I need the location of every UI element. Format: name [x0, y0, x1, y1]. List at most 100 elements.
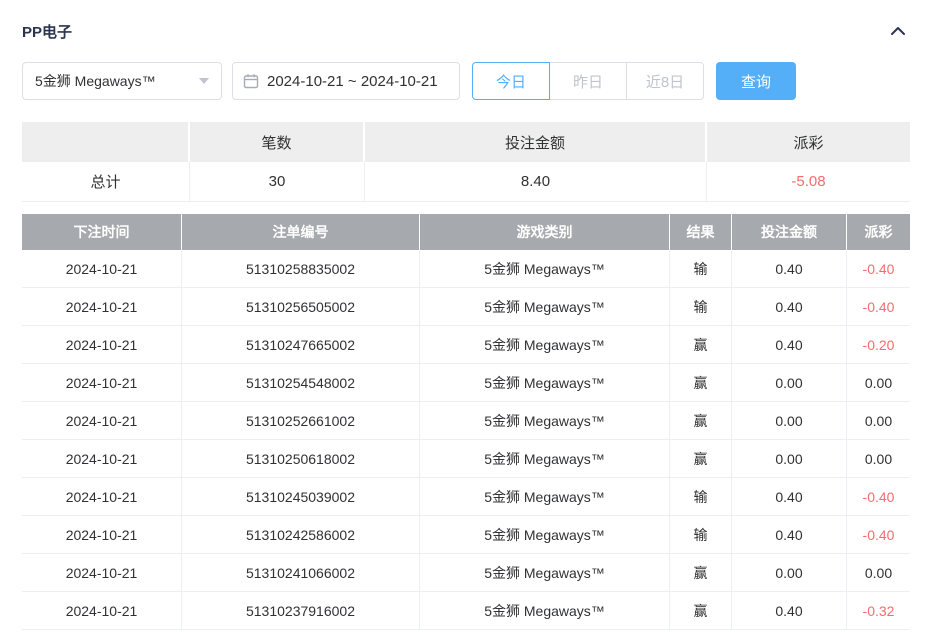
game-type-cell: 5金狮 Megaways™ — [420, 364, 670, 402]
table-row: 2024-10-21 51310250618002 5金狮 Megaways™ … — [22, 440, 910, 478]
order-id-cell: 51310241066002 — [182, 554, 420, 592]
game-type-cell: 5金狮 Megaways™ — [420, 250, 670, 288]
date-range-value: 2024-10-21 ~ 2024-10-21 — [267, 73, 438, 90]
summary-header-blank — [22, 122, 190, 162]
game-type-cell: 5金狮 Megaways™ — [420, 288, 670, 326]
payout-cell: 0.00 — [847, 440, 910, 478]
summary-header-payout: 派彩 — [707, 122, 910, 162]
quick-filter-yesterday[interactable]: 昨日 — [549, 62, 627, 100]
table-header-game-type: 游戏类别 — [420, 214, 670, 250]
bet-time-cell: 2024-10-21 — [22, 326, 182, 364]
game-type-cell: 5金狮 Megaways™ — [420, 554, 670, 592]
payout-cell: -0.40 — [847, 288, 910, 326]
bet-amount-cell: 0.40 — [732, 516, 847, 554]
summary-header-bet-amount: 投注金额 — [365, 122, 707, 162]
table-row: 2024-10-21 51310252661002 5金狮 Megaways™ … — [22, 402, 910, 440]
table-row: 2024-10-21 51310237916002 5金狮 Megaways™ … — [22, 592, 910, 630]
payout-cell: 0.00 — [847, 402, 910, 440]
result-cell: 输 — [670, 250, 732, 288]
payout-cell: 0.00 — [847, 554, 910, 592]
filter-bar: 5金狮 Megaways™ 2024-10-21 ~ 2024-10-21 今日… — [22, 62, 910, 100]
order-id-cell: 51310245039002 — [182, 478, 420, 516]
order-id-cell: 51310237916002 — [182, 592, 420, 630]
summary-total-bet: 8.40 — [365, 162, 707, 202]
bet-amount-cell: 0.40 — [732, 326, 847, 364]
table-header-bet-amount: 投注金额 — [732, 214, 847, 250]
bet-time-cell: 2024-10-21 — [22, 440, 182, 478]
summary-header-count: 笔数 — [190, 122, 365, 162]
search-button[interactable]: 查询 — [716, 62, 796, 100]
collapse-chevron-icon[interactable] — [886, 21, 910, 41]
quick-filter-last8days[interactable]: 近8日 — [626, 62, 704, 100]
payout-cell: -0.40 — [847, 516, 910, 554]
game-type-cell: 5金狮 Megaways™ — [420, 326, 670, 364]
game-type-cell: 5金狮 Megaways™ — [420, 402, 670, 440]
table-row: 2024-10-21 51310254548002 5金狮 Megaways™ … — [22, 364, 910, 402]
result-cell: 赢 — [670, 440, 732, 478]
bet-time-cell: 2024-10-21 — [22, 402, 182, 440]
summary-header-row: 笔数 投注金额 派彩 — [22, 122, 910, 162]
result-cell: 输 — [670, 478, 732, 516]
payout-cell: -0.32 — [847, 592, 910, 630]
bet-time-cell: 2024-10-21 — [22, 478, 182, 516]
bet-amount-cell: 0.00 — [732, 554, 847, 592]
bet-amount-cell: 0.00 — [732, 440, 847, 478]
chevron-up-icon — [890, 25, 906, 37]
bet-amount-cell: 0.00 — [732, 364, 847, 402]
date-range-input[interactable]: 2024-10-21 ~ 2024-10-21 — [232, 62, 460, 100]
table-header-payout: 派彩 — [847, 214, 910, 250]
payout-cell: -0.20 — [847, 326, 910, 364]
table-header-order-id: 注单编号 — [182, 214, 420, 250]
bet-time-cell: 2024-10-21 — [22, 516, 182, 554]
bet-amount-cell: 0.40 — [732, 250, 847, 288]
result-cell: 输 — [670, 516, 732, 554]
payout-cell: 0.00 — [847, 364, 910, 402]
result-cell: 赢 — [670, 326, 732, 364]
payout-cell: -0.40 — [847, 478, 910, 516]
chevron-down-icon — [199, 78, 209, 84]
game-select[interactable]: 5金狮 Megaways™ — [22, 62, 222, 100]
summary-total-row: 总计 30 8.40 -5.08 — [22, 162, 910, 202]
bet-time-cell: 2024-10-21 — [22, 288, 182, 326]
bet-amount-cell: 0.00 — [732, 402, 847, 440]
table-header-row: 下注时间 注单编号 游戏类别 结果 投注金额 派彩 — [22, 214, 910, 250]
result-cell: 赢 — [670, 402, 732, 440]
order-id-cell: 51310250618002 — [182, 440, 420, 478]
table-row: 2024-10-21 51310258835002 5金狮 Megaways™ … — [22, 250, 910, 288]
result-cell: 赢 — [670, 364, 732, 402]
result-cell: 赢 — [670, 554, 732, 592]
order-id-cell: 51310258835002 — [182, 250, 420, 288]
game-type-cell: 5金狮 Megaways™ — [420, 592, 670, 630]
table-row: 2024-10-21 51310242586002 5金狮 Megaways™ … — [22, 516, 910, 554]
table-row: 2024-10-21 51310247665002 5金狮 Megaways™ … — [22, 326, 910, 364]
quick-date-button-group: 今日 昨日 近8日 — [472, 62, 704, 100]
order-id-cell: 51310252661002 — [182, 402, 420, 440]
order-id-cell: 51310242586002 — [182, 516, 420, 554]
panel-header: PP电子 — [22, 0, 910, 42]
game-type-cell: 5金狮 Megaways™ — [420, 516, 670, 554]
page-title: PP电子 — [22, 21, 72, 42]
game-select-value: 5金狮 Megaways™ — [35, 71, 156, 91]
order-id-cell: 51310256505002 — [182, 288, 420, 326]
payout-cell: -0.40 — [847, 250, 910, 288]
table-row: 2024-10-21 51310245039002 5金狮 Megaways™ … — [22, 478, 910, 516]
table-header-bet-time: 下注时间 — [22, 214, 182, 250]
bet-amount-cell: 0.40 — [732, 288, 847, 326]
bet-time-cell: 2024-10-21 — [22, 592, 182, 630]
order-id-cell: 51310254548002 — [182, 364, 420, 402]
summary-table: 笔数 投注金额 派彩 总计 30 8.40 -5.08 — [22, 122, 910, 202]
table-row: 2024-10-21 51310256505002 5金狮 Megaways™ … — [22, 288, 910, 326]
summary-total-count: 30 — [190, 162, 365, 202]
bet-amount-cell: 0.40 — [732, 592, 847, 630]
records-panel: PP电子 5金狮 Megaways™ 2024-10-21 ~ 2024-10-… — [0, 0, 932, 632]
order-id-cell: 51310247665002 — [182, 326, 420, 364]
bet-records-table: 下注时间 注单编号 游戏类别 结果 投注金额 派彩 2024-10-21 513… — [22, 214, 910, 630]
result-cell: 赢 — [670, 592, 732, 630]
summary-total-payout: -5.08 — [707, 162, 910, 202]
quick-filter-today[interactable]: 今日 — [472, 62, 550, 100]
summary-total-label: 总计 — [22, 162, 190, 202]
result-cell: 输 — [670, 288, 732, 326]
calendar-icon — [243, 73, 259, 89]
table-row: 2024-10-21 51310241066002 5金狮 Megaways™ … — [22, 554, 910, 592]
game-type-cell: 5金狮 Megaways™ — [420, 478, 670, 516]
